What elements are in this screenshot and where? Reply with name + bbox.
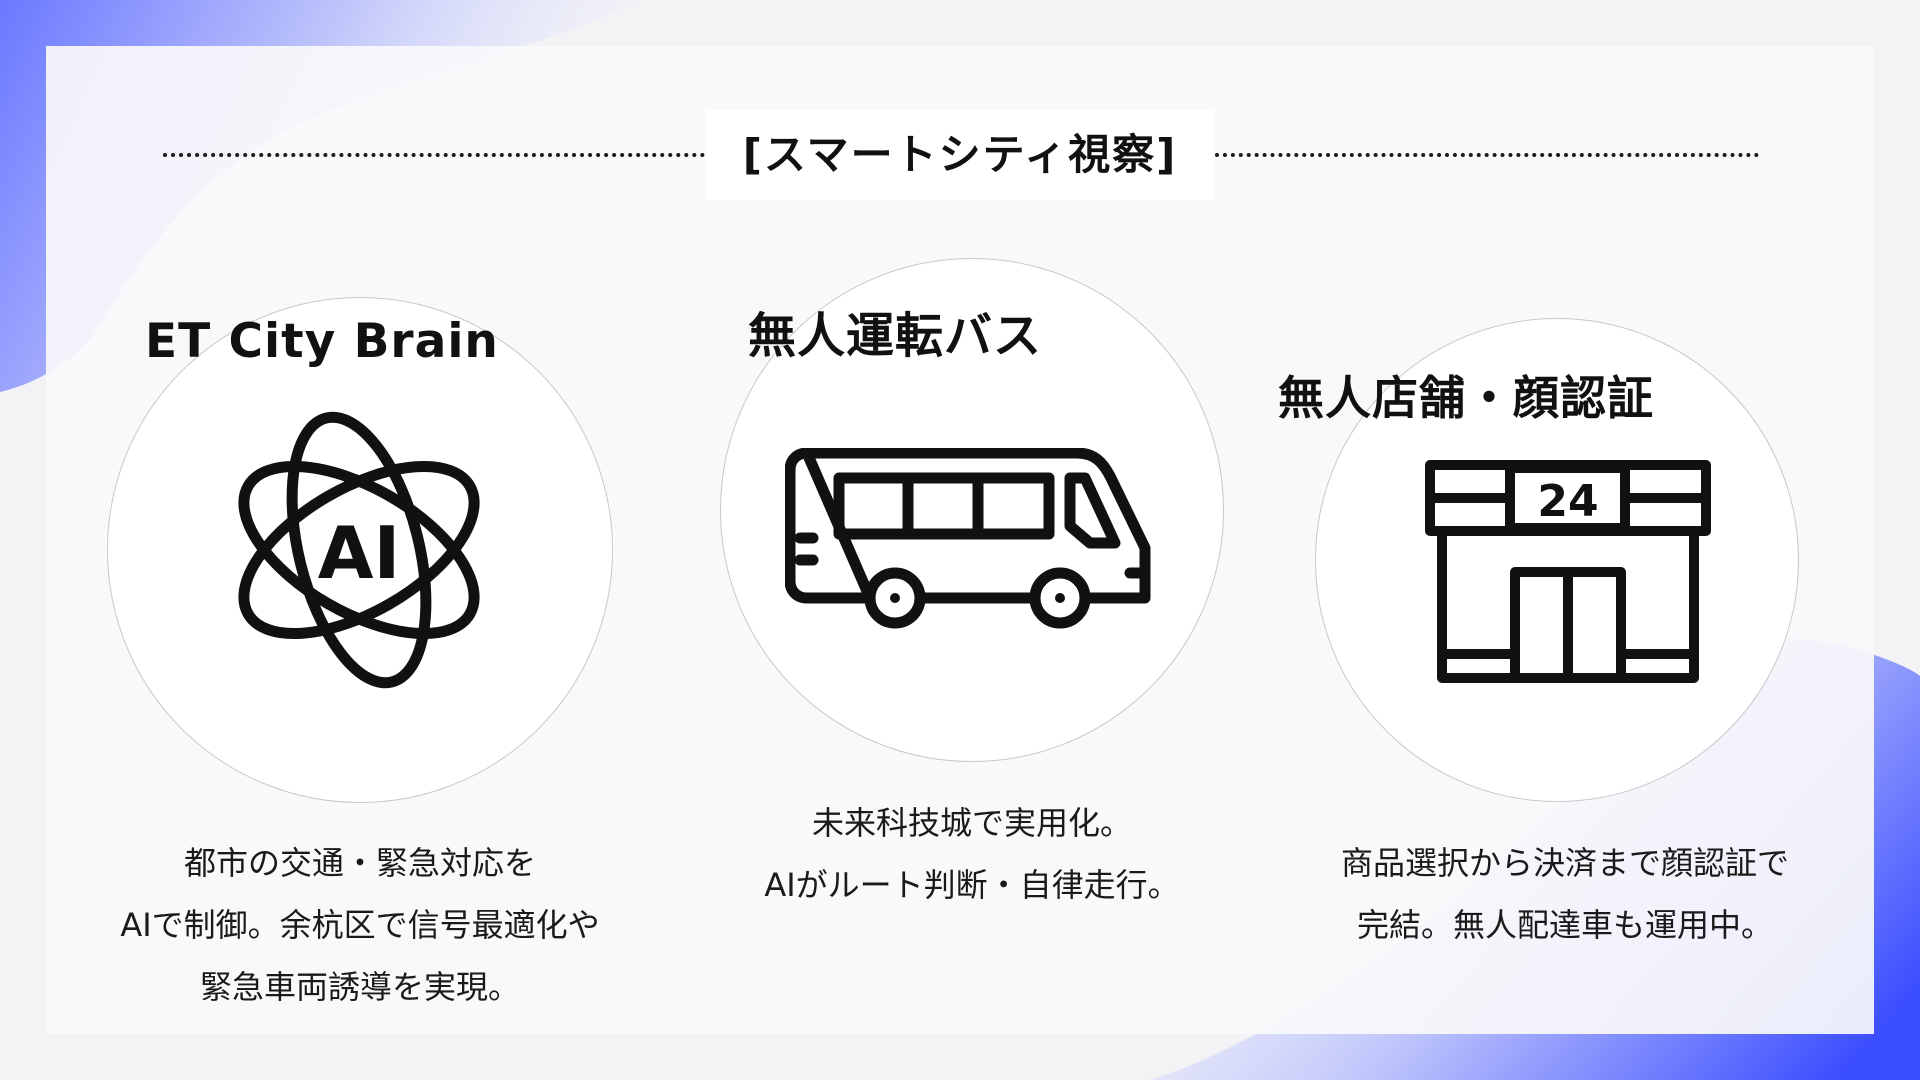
bus-icon <box>785 448 1151 629</box>
description-line: 未来科技城で実用化。 <box>811 804 1132 842</box>
title-bar: [スマートシティ視察] <box>0 110 1920 200</box>
ai-icon-text: AI <box>318 511 401 595</box>
description-autonomous-bus: 未来科技城で実用化。 AIがルート判断・自律走行。 <box>672 792 1272 916</box>
description-et-city-brain: 都市の交通・緊急対応を AIで制御。余杭区で信号最適化や 緊急車両誘導を実現。 <box>60 832 660 1018</box>
heading-autonomous-bus: 無人運転バス <box>748 308 1043 364</box>
title-box: [スマートシティ視察] <box>706 110 1214 200</box>
heading-et-city-brain: ET City Brain <box>145 314 499 369</box>
ai-atom-icon: AI <box>238 411 480 689</box>
dotted-divider-right <box>1215 153 1759 157</box>
convenience-store-24-icon: 24 <box>1425 460 1711 683</box>
slide-title: [スマートシティ視察] <box>742 130 1178 179</box>
description-line: 完結。無人配達車も運用中。 <box>1356 906 1773 944</box>
description-unmanned-store: 商品選択から決済まで顔認証で 完結。無人配達車も運用中。 <box>1265 832 1865 956</box>
dotted-divider-left <box>163 153 705 157</box>
description-line: 都市の交通・緊急対応を <box>183 844 536 882</box>
description-line: 商品選択から決済まで顔認証で <box>1340 844 1789 882</box>
description-line: AIで制御。余杭区で信号最適化や <box>120 906 600 944</box>
description-line: AIがルート判断・自律走行。 <box>764 866 1180 904</box>
store-24-text: 24 <box>1537 476 1598 527</box>
heading-unmanned-store: 無人店舗・顔認証 <box>1278 371 1654 425</box>
description-line: 緊急車両誘導を実現。 <box>199 968 520 1006</box>
